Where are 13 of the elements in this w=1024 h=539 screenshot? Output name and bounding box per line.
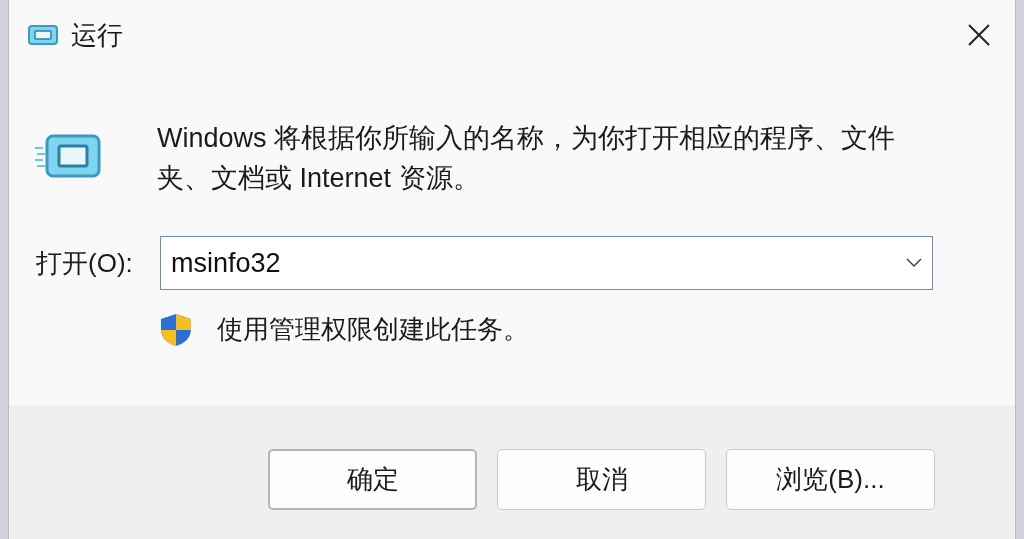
run-window-icon: [27, 24, 59, 46]
dialog-button[interactable]: 浏览(B)...: [726, 449, 935, 510]
admin-note-text: 使用管理权限创建此任务。: [217, 313, 529, 346]
dialog-button[interactable]: 取消: [497, 449, 706, 510]
open-combo-field[interactable]: msinfo32: [160, 236, 933, 290]
open-label: 打开(O):: [36, 246, 134, 280]
dialog-button[interactable]: 确定: [268, 449, 477, 510]
window-title: 运行: [71, 18, 123, 52]
close-icon: [967, 23, 991, 47]
run-icon: [35, 133, 103, 181]
description-text: Windows 将根据你所输入的名称，为你打开相应的程序、文件夹、文档或 Internet 资源。: [157, 122, 897, 195]
shield-icon: [159, 312, 193, 347]
chevron-down-icon: [906, 258, 922, 268]
